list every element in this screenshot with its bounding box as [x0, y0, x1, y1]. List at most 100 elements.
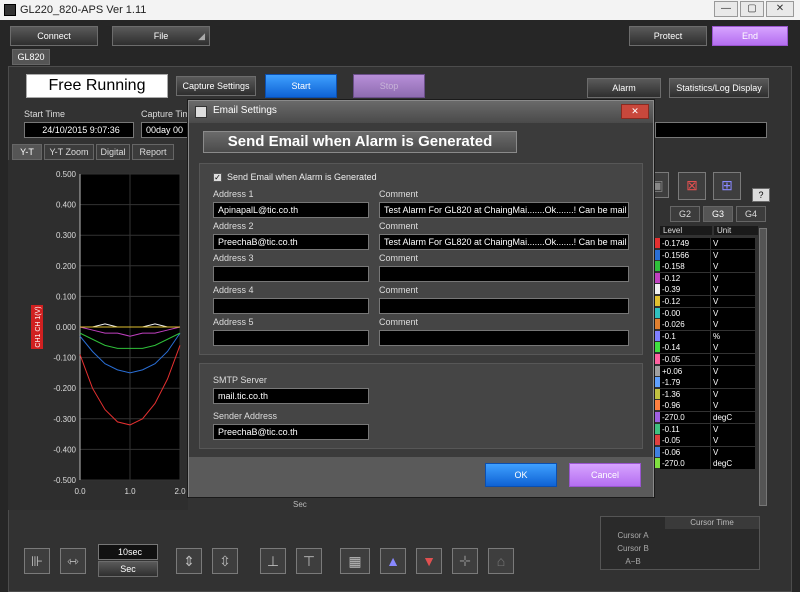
ok-button[interactable]: OK: [485, 463, 557, 487]
comment-label: Comment: [379, 189, 419, 199]
cursor-b-icon[interactable]: ▼: [416, 548, 442, 574]
channel-icon-c[interactable]: ⊞: [713, 172, 741, 200]
tab-y-t[interactable]: Y-T: [12, 144, 42, 160]
address-label: Address 2: [213, 221, 254, 231]
crosshair-icon[interactable]: ✛: [452, 548, 478, 574]
level-cell: -0.1566: [660, 249, 710, 261]
dialog-heading: Send Email when Alarm is Generated: [203, 131, 517, 153]
comment-label: Comment: [379, 253, 419, 263]
cancel-button[interactable]: Cancel: [569, 463, 641, 487]
level-cell: -0.14: [660, 342, 710, 354]
level-cell: -0.158: [660, 261, 710, 273]
level-cell: -0.06: [660, 446, 710, 458]
dialog-title-bar: Email Settings ✕: [189, 101, 653, 123]
unit-cell: V: [711, 365, 755, 377]
dialog-close-button[interactable]: ✕: [621, 104, 649, 119]
y-axis-label-text: CH1 CH 1(V): [35, 306, 42, 347]
x-axis-label: Sec: [293, 500, 307, 509]
address-label: Address 1: [213, 189, 254, 199]
start-button[interactable]: Start: [265, 74, 337, 98]
cursor-table: Cursor Time Cursor A Cursor B A−B: [600, 516, 760, 570]
y-tick-label: 0.000: [56, 323, 77, 332]
y-axis-label: CH1 CH 1(V): [31, 305, 43, 349]
statistics-log-button[interactable]: Statistics/Log Display: [669, 78, 769, 98]
zoom-in-vertical-icon[interactable]: ⇕: [176, 548, 202, 574]
tab-g3[interactable]: G3: [703, 206, 733, 222]
marker-icon[interactable]: ⌂: [488, 548, 514, 574]
close-window-button[interactable]: ✕: [766, 1, 794, 17]
expand-icon[interactable]: ⇿: [60, 548, 86, 574]
level-cell: -0.1749: [660, 238, 710, 249]
address-input[interactable]: ApinapalL@tic.co.th: [213, 202, 369, 218]
waveform-icon[interactable]: ⊪: [24, 548, 50, 574]
display-icon[interactable]: ▦: [340, 548, 370, 574]
address-label: Address 5: [213, 317, 254, 327]
unit-cell: V: [711, 284, 755, 296]
comment-input[interactable]: Test Alarm For GL820 at ChaingMai.......…: [379, 234, 629, 250]
end-button[interactable]: End: [712, 26, 788, 46]
smtp-server-input[interactable]: mail.tic.co.th: [213, 388, 369, 404]
level-cell: -0.96: [660, 400, 710, 412]
help-button[interactable]: ?: [752, 188, 770, 202]
table-scrollbar[interactable]: [759, 228, 767, 506]
protect-button[interactable]: Protect: [629, 26, 707, 46]
unit-cell: V: [711, 423, 755, 435]
address-input[interactable]: PreechaB@tic.co.th: [213, 234, 369, 250]
yt-chart: 0.500 0.400 0.300 0.200 0.100 0.000 -0.100 -0.2…: [31, 170, 186, 496]
address-input[interactable]: [213, 298, 369, 314]
tab-gl820[interactable]: GL820: [12, 49, 50, 65]
level-cell: -270.0: [660, 411, 710, 423]
comment-input[interactable]: [379, 330, 629, 346]
app-window: GL220_820-APS Ver 1.11 — ▢ ✕ Connect Fil…: [0, 0, 800, 592]
unit-select[interactable]: Sec: [98, 561, 158, 577]
comment-input[interactable]: [379, 266, 629, 282]
cursor-a-icon[interactable]: ▲: [380, 548, 406, 574]
level-header: Level: [660, 226, 712, 235]
sender-address-input[interactable]: PreechaB@tic.co.th: [213, 424, 369, 440]
comment-input[interactable]: [379, 298, 629, 314]
unit-header: Unit: [714, 226, 758, 235]
tab-g4[interactable]: G4: [736, 206, 766, 222]
maximize-button[interactable]: ▢: [740, 1, 764, 17]
level-cell: -270.0: [660, 458, 710, 470]
capture-settings-button[interactable]: Capture Settings: [176, 76, 256, 96]
tab-report[interactable]: Report: [132, 144, 174, 160]
address-input[interactable]: [213, 266, 369, 282]
comment-input[interactable]: Test Alarm For GL820 at ChaingMai.......…: [379, 202, 629, 218]
smtp-server-label: SMTP Server: [213, 375, 267, 385]
connect-button[interactable]: Connect: [10, 26, 98, 46]
zoom-in-horizontal-icon[interactable]: ⊥: [260, 548, 286, 574]
time-div-field[interactable]: 10sec: [98, 544, 158, 560]
unit-cell: V: [711, 307, 755, 319]
zoom-out-horizontal-icon[interactable]: ⊤: [296, 548, 322, 574]
stop-button[interactable]: Stop: [353, 74, 425, 98]
alarm-button[interactable]: Alarm: [587, 78, 661, 98]
unit-cell: degC: [711, 411, 755, 423]
address-input[interactable]: [213, 330, 369, 346]
unit-cell: V: [711, 435, 755, 447]
dialog-title: Email Settings: [213, 105, 277, 116]
channel-icon-b[interactable]: ⊠: [678, 172, 706, 200]
tab-digital[interactable]: Digital: [96, 144, 130, 160]
comment-label: Comment: [379, 317, 419, 327]
zoom-out-vertical-icon[interactable]: ⇳: [212, 548, 238, 574]
send-email-checkbox[interactable]: ✓: [213, 173, 222, 182]
minimize-button[interactable]: —: [714, 1, 738, 17]
unit-cell: V: [711, 377, 755, 389]
sender-address-label: Sender Address: [213, 411, 278, 421]
y-tick-label: -0.100: [53, 354, 76, 363]
x-tick-label: 0.0: [74, 487, 86, 496]
file-menu-button[interactable]: File ◢: [112, 26, 210, 46]
level-cell: -0.05: [660, 353, 710, 365]
unit-cell: V: [711, 388, 755, 400]
level-cell: -1.79: [660, 377, 710, 389]
tab-y-t-zoom[interactable]: Y-T Zoom: [44, 144, 94, 160]
unit-cell: V: [711, 353, 755, 365]
window-title: GL220_820-APS Ver 1.11: [20, 4, 147, 16]
unit-cell: V: [711, 261, 755, 273]
capture-time-value: 00day 00: [141, 122, 189, 138]
unit-cell: V: [711, 319, 755, 331]
y-tick-label: 0.200: [56, 262, 77, 271]
tab-g2[interactable]: G2: [670, 206, 700, 222]
start-time-label: Start Time: [24, 109, 66, 119]
